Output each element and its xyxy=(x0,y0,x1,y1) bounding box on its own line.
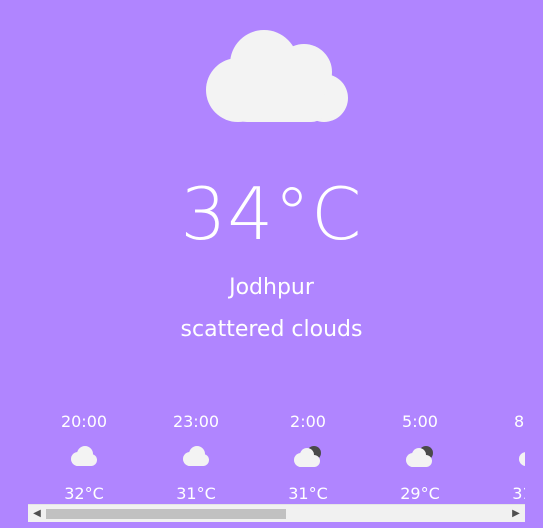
forecast-item: 5:00 29°C xyxy=(364,400,476,504)
forecast-temperature: 31°C xyxy=(176,484,216,503)
forecast-time: 20:00 xyxy=(60,412,108,431)
city-name: Jodhpur xyxy=(229,275,314,300)
forecast-item: 8:00 31°C xyxy=(476,400,525,504)
forecast-time: 23:00 xyxy=(172,412,220,431)
horizontal-scrollbar[interactable]: ◀ ▶ xyxy=(28,504,525,522)
forecast-item: 23:00 31°C xyxy=(140,400,252,504)
forecast-item: 2:00 31°C xyxy=(252,400,364,504)
scroll-left-arrow-icon[interactable]: ◀ xyxy=(28,505,46,522)
forecast-item: 20:00 32°C xyxy=(28,400,140,504)
forecast-temperature: 31°C xyxy=(512,484,525,503)
weather-description: scattered clouds xyxy=(180,317,363,342)
forecast-time: 5:00 xyxy=(402,412,438,431)
small-cloud-icon xyxy=(183,446,209,466)
forecast-temperature: 29°C xyxy=(400,484,440,503)
moon-cloud-icon xyxy=(294,446,321,467)
scroll-right-arrow-icon[interactable]: ▶ xyxy=(507,505,525,522)
forecast-strip-viewport[interactable]: 20:00 32°C 23:00 31°C 2:00 31°C 5:00 29°… xyxy=(28,400,525,504)
forecast-strip: 20:00 32°C 23:00 31°C 2:00 31°C 5:00 29°… xyxy=(28,400,525,504)
forecast-time: 2:00 xyxy=(290,412,326,431)
scrollbar-thumb[interactable] xyxy=(46,509,286,519)
small-cloud-icon xyxy=(71,446,97,466)
small-cloud-icon xyxy=(519,452,525,466)
cloud-icon xyxy=(206,30,348,122)
forecast-temperature: 32°C xyxy=(64,484,104,503)
forecast-temperature: 31°C xyxy=(288,484,328,503)
current-temperature: 34°C xyxy=(180,172,363,256)
moon-cloud-icon xyxy=(406,446,433,467)
forecast-time: 8:00 xyxy=(514,412,525,431)
